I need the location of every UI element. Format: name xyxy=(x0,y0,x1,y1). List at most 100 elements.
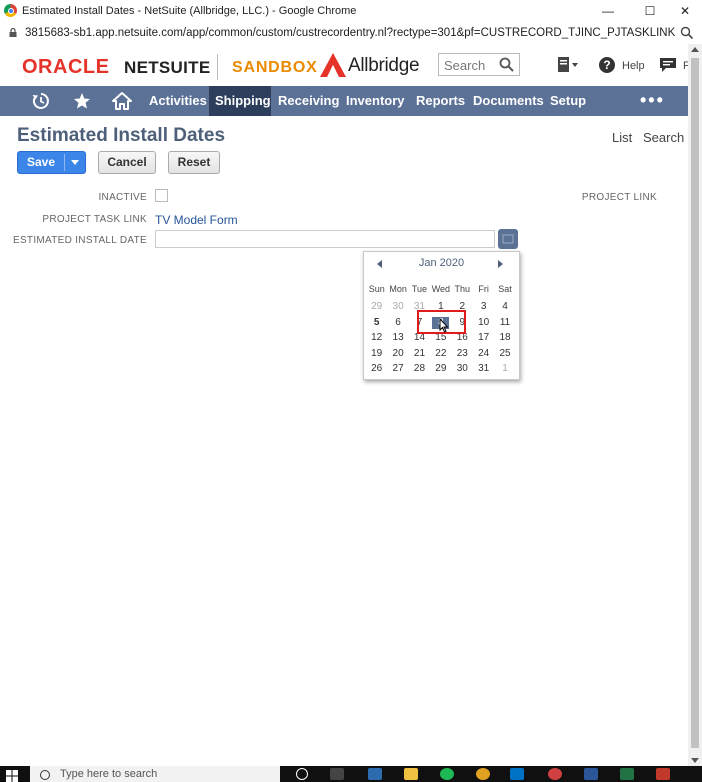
scroll-down-icon[interactable] xyxy=(691,758,699,763)
main-nav: Activities Shipping Receiving Inventory … xyxy=(0,86,688,116)
calendar-day-number: 10 xyxy=(478,316,490,328)
calendar-day[interactable]: 20 xyxy=(387,346,408,362)
help-icon[interactable]: ? xyxy=(599,57,615,73)
outlook-icon[interactable] xyxy=(510,768,524,780)
estimated-install-date-label: ESTIMATED INSTALL DATE xyxy=(12,235,147,246)
calendar-day-number: 18 xyxy=(499,332,511,343)
more-menu-icon[interactable]: ••• xyxy=(640,91,665,109)
create-new-icon[interactable] xyxy=(556,56,580,74)
nav-shipping[interactable]: Shipping xyxy=(209,86,271,116)
nav-reports[interactable]: Reports xyxy=(410,86,471,116)
nav-receiving[interactable]: Receiving xyxy=(272,86,345,116)
calendar-day[interactable]: 3 xyxy=(473,299,494,315)
calendar-day[interactable]: 26 xyxy=(366,361,387,377)
netsuite-logo[interactable]: NETSUITE xyxy=(124,58,210,78)
calendar-day[interactable]: 18 xyxy=(494,330,515,346)
next-month-icon[interactable] xyxy=(498,260,503,268)
maximize-button[interactable]: ☐ xyxy=(635,2,665,20)
calendar-day[interactable]: 13 xyxy=(387,330,408,346)
calendar-day[interactable]: 29 xyxy=(430,361,451,377)
calendar-day[interactable]: 4 xyxy=(494,299,515,315)
calendar-day[interactable]: 1 xyxy=(494,361,515,377)
file-explorer-icon[interactable] xyxy=(404,768,418,780)
calendar-day-number: 13 xyxy=(392,332,404,343)
calendar-day-number: 3 xyxy=(480,301,487,312)
header-divider xyxy=(217,54,218,80)
page-scrollbar[interactable] xyxy=(688,44,702,766)
reset-button[interactable]: Reset xyxy=(168,151,220,174)
window-title: Estimated Install Dates - NetSuite (Allb… xyxy=(22,5,357,17)
calendar-day[interactable]: 6 xyxy=(387,315,408,331)
minimize-button[interactable]: — xyxy=(593,2,623,20)
nav-documents[interactable]: Documents xyxy=(467,86,550,116)
list-link[interactable]: List xyxy=(612,130,632,145)
calendar-day[interactable]: 28 xyxy=(409,361,430,377)
calendar-day[interactable]: 23 xyxy=(452,346,473,362)
cancel-button[interactable]: Cancel xyxy=(98,151,156,174)
feedback-icon[interactable] xyxy=(659,57,677,73)
word-icon[interactable] xyxy=(584,768,598,780)
weekday-header: Sun Mon Tue Wed Thu Fri Sat xyxy=(366,284,516,294)
app-icon[interactable] xyxy=(368,768,382,780)
search-link[interactable]: Search xyxy=(643,130,684,145)
company-name: Allbridge xyxy=(348,55,420,76)
calendar-day[interactable]: 21 xyxy=(409,346,430,362)
url-text[interactable]: 3815683-sb1.app.netsuite.com/app/common/… xyxy=(25,27,675,39)
calendar-day-number: 22 xyxy=(435,347,447,359)
global-search[interactable] xyxy=(438,53,520,76)
calendar-day[interactable]: 17 xyxy=(473,330,494,346)
recent-icon[interactable] xyxy=(32,92,50,110)
calendar-day[interactable]: 27 xyxy=(387,361,408,377)
netsuite-header: ORACLE NETSUITE SANDBOX Allbridge ? Help… xyxy=(0,44,690,86)
nav-activities[interactable]: Activities xyxy=(143,86,213,116)
calendar-day[interactable]: 19 xyxy=(366,346,387,362)
calendar-day[interactable]: 22 xyxy=(430,346,451,362)
calendar-day[interactable]: 29 xyxy=(366,299,387,315)
search-icon[interactable] xyxy=(499,57,514,72)
save-button[interactable]: Save xyxy=(17,151,86,174)
calendar-day[interactable]: 5 xyxy=(366,315,387,331)
zoom-icon[interactable] xyxy=(680,26,694,40)
chrome-active-icon[interactable] xyxy=(548,768,562,780)
nav-inventory[interactable]: Inventory xyxy=(340,86,411,116)
calendar-day[interactable]: 24 xyxy=(473,346,494,362)
calendar-picker-button[interactable] xyxy=(498,229,518,249)
calendar-day[interactable]: 10 xyxy=(473,315,494,331)
calendar-day-number: 20 xyxy=(392,347,404,359)
save-button-label[interactable]: Save xyxy=(18,152,64,173)
calendar-day[interactable]: 30 xyxy=(387,299,408,315)
calendar-day-number: 23 xyxy=(456,347,468,359)
task-view-icon[interactable] xyxy=(330,768,344,780)
chrome-taskbar-icon[interactable] xyxy=(476,768,490,780)
calendar-day[interactable]: 30 xyxy=(452,361,473,377)
estimated-install-date-input[interactable] xyxy=(155,230,495,248)
calendar-day-number: 17 xyxy=(478,332,490,343)
star-icon[interactable] xyxy=(73,92,91,110)
app-icon-2[interactable] xyxy=(656,768,670,780)
calendar-day-number: 19 xyxy=(371,347,383,359)
nav-setup[interactable]: Setup xyxy=(544,86,592,116)
calendar-day[interactable]: 11 xyxy=(494,315,515,331)
help-link[interactable]: Help xyxy=(622,60,645,72)
spotify-icon[interactable] xyxy=(440,768,454,780)
home-icon[interactable] xyxy=(112,92,132,110)
calendar-day-number: 29 xyxy=(435,363,447,374)
oracle-logo[interactable]: ORACLE xyxy=(22,56,109,79)
calendar-day[interactable]: 25 xyxy=(494,346,515,362)
windows-start-icon[interactable] xyxy=(6,770,18,782)
save-dropdown-icon[interactable] xyxy=(65,152,85,173)
excel-icon[interactable] xyxy=(620,768,634,780)
inactive-checkbox[interactable] xyxy=(155,189,168,202)
cortana-icon[interactable] xyxy=(296,768,308,780)
calendar-day[interactable]: 31 xyxy=(473,361,494,377)
taskbar-search[interactable]: Type here to search xyxy=(30,766,280,782)
project-task-link[interactable]: TV Model Form xyxy=(155,213,238,227)
global-search-input[interactable] xyxy=(442,55,504,76)
address-bar[interactable]: 3815683-sb1.app.netsuite.com/app/common/… xyxy=(0,23,702,45)
calendar-day[interactable]: 12 xyxy=(366,330,387,346)
calendar-day-number: 5 xyxy=(373,316,380,328)
scrollbar-thumb[interactable] xyxy=(691,58,699,748)
scroll-up-icon[interactable] xyxy=(691,47,699,52)
close-button[interactable]: ✕ xyxy=(670,2,700,20)
calendar-day-number: 6 xyxy=(395,316,401,328)
